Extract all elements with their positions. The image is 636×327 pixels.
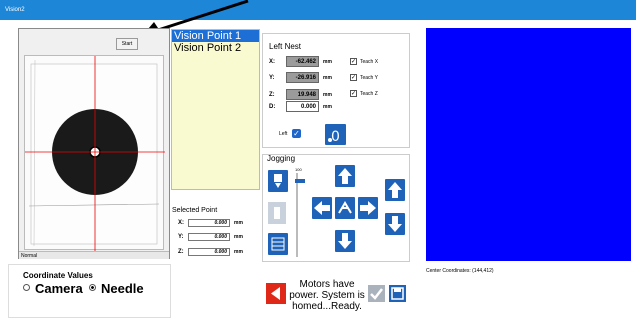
needle-radio-label: Needle <box>101 281 144 296</box>
teach-x-label: Teach X <box>360 59 379 65</box>
camera-status-text: Normal <box>21 253 38 259</box>
probe-icon <box>274 174 282 188</box>
unit-label: mm <box>323 75 332 81</box>
jog-z-up-button[interactable] <box>385 179 405 201</box>
window-title: Vision2 <box>5 7 25 13</box>
coordinate-values-group: Coordinate Values Camera Needle <box>8 264 171 318</box>
arrow-right-icon <box>360 201 376 215</box>
teach-zero-icon: 0 <box>328 129 340 145</box>
tool-icon <box>274 207 280 219</box>
z-label: Z: <box>178 249 184 255</box>
jog-left-button[interactable] <box>312 197 332 219</box>
nest-d-field[interactable]: 0.000 <box>286 101 319 112</box>
table-icon <box>271 237 285 251</box>
x-label: X: <box>269 59 275 65</box>
motor-status-text: Motors have power. System is homed...Rea… <box>289 279 365 312</box>
left-checkbox[interactable]: ✓ <box>292 129 301 138</box>
list-item[interactable]: Vision Point 2 <box>172 42 259 54</box>
start-button[interactable]: Start <box>116 38 138 50</box>
jogging-title: Jogging <box>267 154 296 163</box>
jog-right-button[interactable] <box>358 197 378 219</box>
z-label: Z: <box>269 92 275 98</box>
needle-radio[interactable]: Needle <box>89 281 144 296</box>
camera-radio[interactable]: Camera <box>23 281 83 296</box>
svg-text:0: 0 <box>331 129 340 145</box>
selected-x-field[interactable]: 0.000 <box>188 219 230 227</box>
teach-y-checkbox[interactable]: ✓ <box>350 74 357 81</box>
camera-view[interactable] <box>24 55 165 251</box>
unit-label: mm <box>234 249 243 255</box>
nest-y-field[interactable]: -26.916 <box>286 72 319 83</box>
unit-label: mm <box>323 59 332 65</box>
jog-home-button[interactable] <box>335 197 355 219</box>
y-label: Y: <box>178 234 184 240</box>
list-item[interactable]: Vision Point 1 <box>172 30 259 42</box>
camera-image <box>25 56 165 251</box>
selected-point-panel: Selected Point X: 0.000 mm Y: 0.000 mm Z… <box>172 207 262 257</box>
arrow-left-icon <box>314 201 330 215</box>
jog-down-button[interactable] <box>335 230 355 252</box>
save-button[interactable] <box>389 285 406 302</box>
z-down-icon <box>388 216 402 232</box>
unit-label: mm <box>323 92 332 98</box>
selected-y-field[interactable]: 0.000 <box>188 233 230 241</box>
left-label: Left <box>279 131 288 137</box>
z-up-icon <box>388 182 402 198</box>
jog-z-down-button[interactable] <box>385 213 405 235</box>
camera-status-bar: Normal <box>19 251 169 259</box>
unit-label: mm <box>234 220 243 226</box>
checkmark-icon <box>370 288 383 300</box>
nest-z-field[interactable]: 19.948 <box>286 89 319 100</box>
arrow-down-icon <box>338 233 352 249</box>
radio-dot <box>89 284 96 291</box>
video-display <box>426 28 631 261</box>
d-label: D: <box>269 104 276 110</box>
teach-z-label: Teach Z <box>360 91 378 97</box>
x-label: X: <box>178 220 184 226</box>
home-axes-icon <box>338 201 352 214</box>
teach-z-checkbox[interactable]: ✓ <box>350 90 357 97</box>
y-label: Y: <box>269 75 275 81</box>
save-icon <box>391 287 404 300</box>
speed-label: 100 <box>295 167 302 172</box>
radio-dot <box>23 284 30 291</box>
title-bar: Vision2 <box>0 0 636 20</box>
jog-up-button[interactable] <box>335 165 355 187</box>
unit-label: mm <box>234 234 243 240</box>
teach-zero-button[interactable]: 0 <box>325 124 346 145</box>
back-button[interactable] <box>266 283 286 304</box>
tool-button[interactable] <box>268 202 286 224</box>
camera-radio-label: Camera <box>35 281 83 296</box>
vision-point-list[interactable]: Vision Point 1 Vision Point 2 <box>171 29 260 190</box>
confirm-button[interactable] <box>368 285 385 302</box>
center-coordinates: Center Coordinates: (144,412) <box>426 268 494 274</box>
selected-point-title: Selected Point <box>172 207 218 214</box>
speed-slider-track[interactable] <box>296 173 298 257</box>
nest-x-field[interactable]: -62.462 <box>286 56 319 67</box>
coordinate-values-title: Coordinate Values <box>23 271 93 280</box>
unit-label: mm <box>323 104 332 110</box>
arrow-up-icon <box>338 168 352 184</box>
probe-button[interactable] <box>268 170 288 192</box>
jogging-panel: Jogging 100 <box>262 154 410 262</box>
teach-x-checkbox[interactable]: ✓ <box>350 58 357 65</box>
arrow-left-icon <box>271 287 280 300</box>
left-nest-title: Left Nest <box>269 42 302 51</box>
speed-slider-thumb[interactable] <box>295 179 305 183</box>
selected-z-field[interactable]: 0.000 <box>188 248 230 256</box>
left-nest-panel: Left Nest X: -62.462 mm Y: -26.916 mm Z:… <box>262 33 410 148</box>
teach-y-label: Teach Y <box>360 75 378 81</box>
table-button[interactable] <box>268 233 288 255</box>
